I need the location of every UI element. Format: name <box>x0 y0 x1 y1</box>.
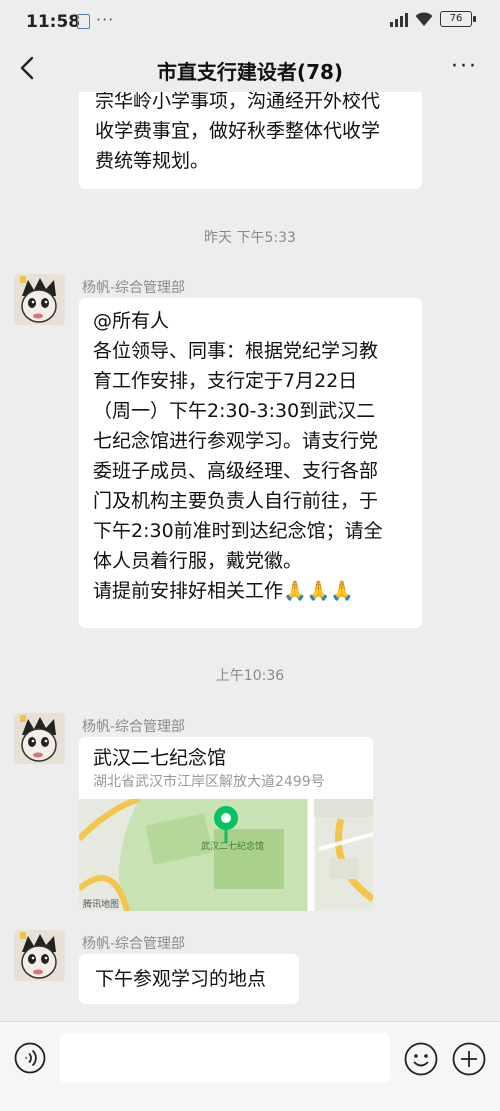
message-line: 下午参观学习的地点 <box>95 968 267 990</box>
message-line: 育工作安排，支行定于7月22日 <box>93 370 358 392</box>
wifi-icon <box>415 12 433 26</box>
message-input[interactable] <box>60 1033 390 1083</box>
message-line: 门及机构主要负责人自行前往，于 <box>93 490 379 512</box>
status-icons: 76 <box>390 11 476 27</box>
message-line: 费统等规划。 <box>95 150 210 172</box>
more-icon[interactable]: ··· <box>451 54 478 79</box>
message-line: 体人员着行服，戴党徽。 <box>93 550 303 572</box>
notification-icon <box>77 14 90 29</box>
message-line: 委班子成员、高级经理、支行各部 <box>93 460 379 482</box>
timestamp: 上午10:36 <box>215 668 285 684</box>
battery-icon: 76 <box>440 11 476 27</box>
more-notifications-icon: ··· <box>96 10 115 29</box>
chat-header: 市直支行建设者(78) ··· <box>0 44 500 92</box>
message-bubble[interactable]: 下午参观学习的地点 <box>79 954 299 1004</box>
message-bubble[interactable]: @所有人 各位领导、同事：根据党纪学习教 育工作安排，支行定于7月22日 （周一… <box>79 298 422 628</box>
message-line: 下午2:30前准时到达纪念馆；请全 <box>93 520 383 542</box>
sender-name: 杨帆-综合管理部 <box>82 719 186 735</box>
location-name: 武汉二七纪念馆 <box>93 747 227 769</box>
message-line: @所有人 <box>93 310 170 332</box>
message-line: 请提前安排好相关工作🙏🙏🙏 <box>93 580 354 602</box>
location-map[interactable]: 武汉二七纪念馆 腾讯地图 <box>79 796 373 911</box>
message-line: 宗华岭小学事项，沟通经开外校代 <box>95 92 381 112</box>
avatar-image <box>14 930 65 981</box>
chat-area[interactable]: 宗华岭小学事项，沟通经开外校代 收学费事宜，做好秋季整体代收学 费统等规划。 昨… <box>0 92 500 1021</box>
location-card[interactable]: 武汉二七纪念馆 湖北省武汉市江岸区解放大道2499号 武汉二七纪念馆 腾讯地图 <box>79 737 373 911</box>
message-line: （周一）下午2:30-3:30到武汉二 <box>93 400 376 422</box>
avatar[interactable] <box>14 713 65 764</box>
message-line: 七纪念馆进行参观学习。请支行党 <box>93 430 379 452</box>
map-place-label: 武汉二七纪念馆 <box>201 842 265 852</box>
avatar-image <box>14 713 65 764</box>
timestamp: 昨天 下午5:33 <box>204 230 296 246</box>
plus-icon[interactable] <box>452 1042 486 1076</box>
avatar[interactable] <box>14 930 65 981</box>
avatar[interactable] <box>14 274 65 325</box>
status-time: 11:58 <box>26 12 81 32</box>
chat-title: 市直支行建设者(78) <box>156 60 344 84</box>
input-bar <box>0 1021 500 1111</box>
sender-name: 杨帆-综合管理部 <box>82 936 186 952</box>
avatar-image <box>14 274 65 325</box>
signal-icon <box>390 11 408 27</box>
status-bar: 11:58 ··· 76 <box>0 0 500 44</box>
message-line: 各位领导、同事：根据党纪学习教 <box>93 340 379 362</box>
sender-name: 杨帆-综合管理部 <box>82 280 186 296</box>
emoji-icon[interactable] <box>404 1042 438 1076</box>
message-bubble-prev[interactable]: 宗华岭小学事项，沟通经开外校代 收学费事宜，做好秋季整体代收学 费统等规划。 <box>79 92 422 189</box>
location-address: 湖北省武汉市江岸区解放大道2499号 <box>93 774 325 790</box>
map-credit: 腾讯地图 <box>83 900 120 910</box>
voice-icon[interactable] <box>14 1042 46 1074</box>
message-line: 收学费事宜，做好秋季整体代收学 <box>95 120 381 142</box>
